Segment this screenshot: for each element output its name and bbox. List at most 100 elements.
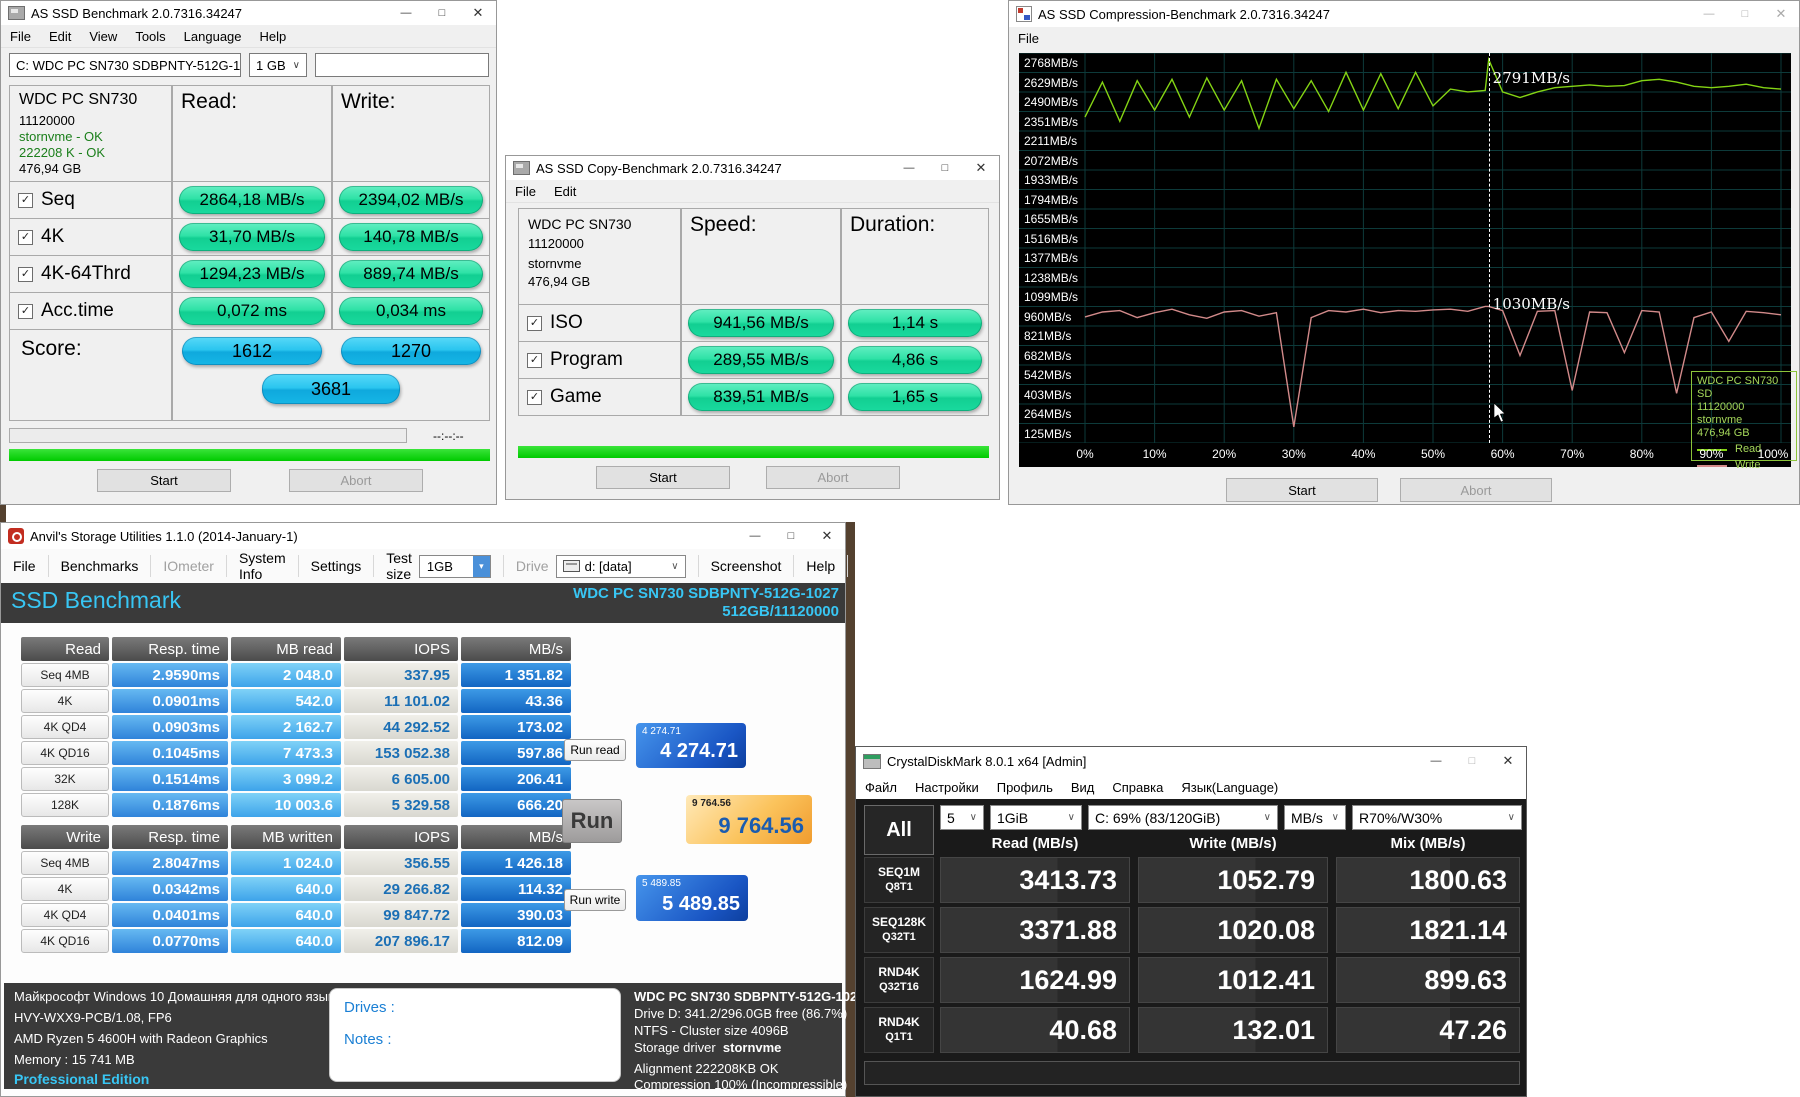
test-size-select[interactable]: 1GiB∨ — [990, 805, 1082, 830]
menu-item-язык-language-[interactable]: Язык(Language) — [1172, 775, 1287, 799]
minimize-button[interactable]: — — [1418, 747, 1454, 775]
value-cell: 153 052.38 — [344, 741, 458, 765]
abort-button[interactable]: Abort — [1400, 478, 1552, 502]
close-button[interactable]: ✕ — [460, 1, 496, 25]
minimize-button[interactable]: — — [891, 156, 927, 180]
menu-item-file[interactable]: File — [1, 25, 40, 47]
checkbox-checked-icon[interactable]: ✓ — [18, 230, 33, 245]
row-label-cell: 4K QD4 — [21, 903, 109, 927]
toolbar-item-screenshot[interactable]: Screenshot — [699, 555, 795, 577]
x-axis-tick-label: 40% — [1351, 447, 1375, 461]
mix-ratio-select[interactable]: R70%/W30%∨ — [1352, 805, 1522, 830]
combo-value: C: 69% (83/120GiB) — [1095, 810, 1260, 826]
chart-plot-area — [1019, 53, 1791, 443]
title-bar[interactable]: AS SSD Compression-Benchmark 2.0.7316.34… — [1009, 1, 1799, 27]
x-axis-tick-label: 10% — [1143, 447, 1167, 461]
maximize-button[interactable]: □ — [424, 1, 460, 25]
maximize-button[interactable]: □ — [773, 523, 809, 549]
maximize-button[interactable]: □ — [927, 156, 963, 180]
minimize-button[interactable]: — — [737, 523, 773, 549]
minimize-button[interactable]: — — [1691, 1, 1727, 27]
run-read-button[interactable]: Run read — [564, 739, 626, 761]
toolbar-item-iometer[interactable]: IOmeter — [151, 555, 227, 577]
write-header: Write: — [341, 90, 395, 114]
minimize-button[interactable]: — — [388, 1, 424, 25]
start-button[interactable]: Start — [596, 466, 730, 489]
drive-select[interactable]: C: WDC PC SN730 SDBPNTY-512G-102 ∨ — [9, 53, 241, 77]
toolbar-item-benchmarks[interactable]: Benchmarks — [49, 555, 152, 577]
test-size-value: 1GB — [427, 559, 473, 574]
checkbox-checked-icon[interactable]: ✓ — [18, 193, 33, 208]
notes-box[interactable]: Drives : Notes : — [329, 988, 621, 1082]
checkbox-checked-icon[interactable]: ✓ — [527, 353, 542, 368]
y-axis-tick-label: 1933MB/s — [1024, 173, 1078, 187]
x-axis-tick-label: 60% — [1491, 447, 1515, 461]
device-model: WDC PC SN730 — [19, 91, 137, 109]
checkbox-checked-icon[interactable]: ✓ — [527, 390, 542, 405]
checkbox-checked-icon[interactable]: ✓ — [18, 267, 33, 282]
maximize-button[interactable]: □ — [1727, 1, 1763, 27]
duration-value-pill: 1,14 s — [848, 309, 982, 337]
status-bar — [864, 1061, 1520, 1085]
abort-button[interactable]: Abort — [766, 466, 900, 489]
title-bar[interactable]: AS SSD Benchmark 2.0.7316.34247 — □ ✕ — [1, 1, 496, 25]
menu-item-file[interactable]: File — [1009, 27, 1048, 49]
close-button[interactable]: ✕ — [963, 156, 999, 180]
start-button[interactable]: Start — [1226, 478, 1378, 502]
target-drive-select[interactable]: C: 69% (83/120GiB)∨ — [1088, 805, 1278, 830]
legend-device-line: WDC PC SN730 SD — [1697, 375, 1791, 401]
close-button[interactable]: ✕ — [1490, 747, 1526, 775]
benchmark-panel: All 5∨1GiB∨C: 69% (83/120GiB)∨MB/s∨R70%/… — [856, 799, 1526, 1096]
run-write-button[interactable]: Run write — [564, 889, 626, 911]
menu-item-language[interactable]: Language — [175, 25, 251, 47]
title-bar[interactable]: CrystalDiskMark 8.0.1 x64 [Admin] — □ ✕ — [856, 747, 1526, 775]
toolbar-item-help[interactable]: Help — [794, 555, 848, 577]
menu-item-edit[interactable]: Edit — [40, 25, 80, 47]
abort-button[interactable]: Abort — [289, 469, 423, 492]
dropdown-arrow-icon: ▾ — [473, 556, 490, 577]
crystaldiskmark-window: CrystalDiskMark 8.0.1 x64 [Admin] — □ ✕ … — [855, 746, 1527, 1097]
run-button[interactable]: Run — [562, 799, 622, 843]
close-button[interactable]: ✕ — [809, 523, 845, 549]
start-button[interactable]: Start — [97, 469, 231, 492]
toolbar-item-settings[interactable]: Settings — [299, 555, 375, 577]
run-all-button[interactable]: All — [864, 805, 934, 855]
menu-item-view[interactable]: View — [80, 25, 126, 47]
value-cell: 356.55 — [344, 851, 458, 875]
checkbox-checked-icon[interactable]: ✓ — [18, 304, 33, 319]
table-header-mb-s: MB/s — [461, 825, 571, 849]
menu-item-вид[interactable]: Вид — [1062, 775, 1104, 799]
test-name: RND4K — [878, 1015, 919, 1030]
unit-select[interactable]: MB/s∨ — [1284, 805, 1346, 830]
checkbox-checked-icon[interactable]: ✓ — [527, 316, 542, 331]
row-label-cell: ✓Game — [518, 378, 681, 416]
menu-item-file[interactable]: File — [506, 180, 545, 202]
title-bar[interactable]: AS SSD Copy-Benchmark 2.0.7316.34247 — □… — [506, 156, 999, 180]
drives-label: Drives : — [344, 999, 395, 1016]
read-value-cell: 3413.73 — [940, 857, 1130, 903]
menu-item-профиль[interactable]: Профиль — [988, 775, 1062, 799]
menu-item-edit[interactable]: Edit — [545, 180, 585, 202]
maximize-button[interactable]: □ — [1454, 747, 1490, 775]
menu-item-help[interactable]: Help — [251, 25, 296, 47]
test-count-select[interactable]: 5∨ — [940, 805, 984, 830]
table-header-resp-time: Resp. time — [112, 825, 228, 849]
target-input[interactable] — [315, 53, 489, 77]
value-cell: 666.20 — [461, 793, 571, 817]
menu-item-файл[interactable]: Файл — [856, 775, 906, 799]
close-button[interactable]: ✕ — [1763, 1, 1799, 27]
value-cell: 640.0 — [231, 877, 341, 901]
row-label-cell: Seq 4MB — [21, 851, 109, 875]
toolbar-item-system-info[interactable]: System Info — [227, 555, 299, 577]
menu-item-tools[interactable]: Tools — [126, 25, 174, 47]
menu-item-справка[interactable]: Справка — [1103, 775, 1172, 799]
title-bar[interactable]: Anvil's Storage Utilities 1.1.0 (2014-Ja… — [1, 523, 845, 549]
write-value-cell: 1012.41 — [1138, 957, 1328, 1003]
test-size-group: Test size1GB▾ — [374, 555, 504, 577]
test-size-select[interactable]: 1 GB ∨ — [249, 53, 307, 77]
toolbar-item-file[interactable]: File — [1, 555, 49, 577]
write-value-cell: 1052.79 — [1138, 857, 1328, 903]
drive-select[interactable]: d: [data]∨ — [556, 555, 686, 578]
menu-item-настройки[interactable]: Настройки — [906, 775, 988, 799]
test-size-select[interactable]: 1GB▾ — [419, 555, 491, 578]
